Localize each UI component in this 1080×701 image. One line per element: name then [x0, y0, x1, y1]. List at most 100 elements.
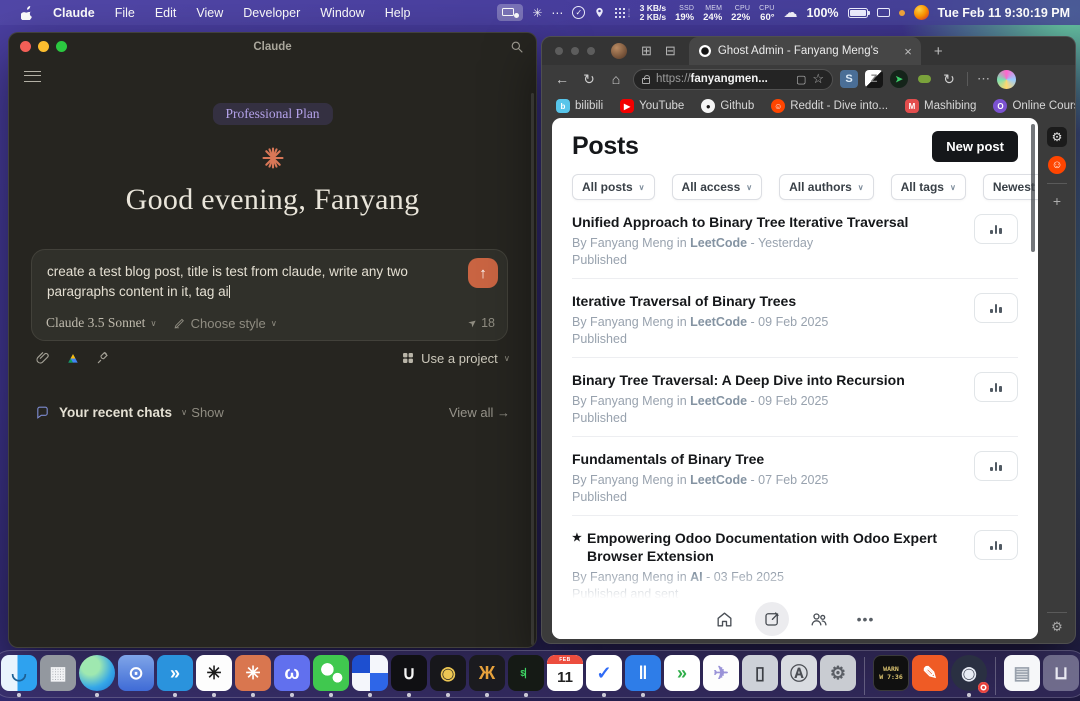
bookmark-reddit-dive-into[interactable]: ☺ Reddit - Dive into...	[771, 99, 888, 113]
sidebar-settings-icon[interactable]: ⚙	[1051, 619, 1063, 635]
plan-badge[interactable]: Professional Plan	[212, 103, 332, 125]
browser-profile-avatar[interactable]	[611, 43, 627, 59]
home-button[interactable]: ⌂	[606, 71, 626, 87]
dock-rocket-app[interactable]: ✈	[702, 655, 740, 697]
claude-titlebar[interactable]: Claude	[9, 33, 536, 60]
dock-warn-clock-widget[interactable]: WARNW 7:36	[872, 655, 910, 697]
post-analytics-button[interactable]	[974, 372, 1018, 402]
filter-all-posts[interactable]: All posts∨	[572, 174, 655, 200]
copilot-avatar-icon[interactable]	[997, 70, 1016, 89]
dock-discord[interactable]: ω	[273, 655, 311, 697]
favorite-star-icon[interactable]: ☆	[812, 71, 824, 87]
dock-trello[interactable]: ‖	[624, 655, 662, 697]
post-row[interactable]: Binary Tree Traversal: A Deep Dive into …	[572, 358, 1018, 437]
dock-vscode[interactable]: »	[156, 655, 194, 697]
cpu-stat[interactable]: CPU22%	[731, 4, 750, 22]
dock-black-ring-app[interactable]: ∪	[390, 655, 428, 697]
send-button[interactable]: ↑	[468, 258, 498, 288]
sidebar-add-button[interactable]: +	[1053, 193, 1061, 209]
dock-calendar[interactable]: FEB11	[546, 655, 584, 697]
cpu-temp-stat[interactable]: CPU60°	[759, 4, 774, 22]
filter-sort-order[interactable]: Newest first∨	[983, 174, 1038, 200]
menu-file[interactable]: File	[106, 4, 144, 22]
content-scrollbar[interactable]	[1031, 124, 1035, 252]
nav-compose-icon[interactable]	[755, 602, 789, 636]
dock-claude[interactable]: ✳	[234, 655, 272, 697]
nav-home-icon[interactable]	[708, 602, 742, 636]
composer[interactable]: create a test blog post, title is test f…	[31, 249, 508, 341]
tab-close-icon[interactable]: ×	[904, 44, 912, 59]
screen-sharing-icon[interactable]	[497, 4, 523, 21]
more-dots-icon[interactable]: ⋯	[551, 6, 563, 20]
claude-scrollbar[interactable]	[531, 93, 534, 645]
ssd-stat[interactable]: SSD19%	[675, 4, 694, 22]
sidebar-reddit-icon[interactable]: ☺	[1048, 156, 1066, 174]
firefox-icon[interactable]	[914, 5, 929, 20]
bookmark-bilibili[interactable]: b bilibili	[556, 99, 603, 113]
dock-green-arrows-app[interactable]: »	[663, 655, 701, 697]
connector-plug-icon[interactable]	[95, 350, 111, 366]
dock-documents[interactable]: ▤	[1003, 655, 1041, 697]
filter-all-authors[interactable]: All authors∨	[779, 174, 874, 200]
dock-postman[interactable]: ✎	[911, 655, 949, 697]
display-icon[interactable]	[877, 8, 890, 17]
dock-edge-browser[interactable]	[78, 655, 116, 697]
sidebar-extension-icon[interactable]: ⚙	[1047, 127, 1067, 147]
menubar-clock[interactable]: Tue Feb 11 9:30:19 PM	[938, 6, 1070, 20]
style-selector[interactable]: Choose style∨	[173, 316, 277, 331]
show-toggle[interactable]: ∨Show	[181, 405, 224, 420]
dock-butterfly-app[interactable]: Ж	[468, 655, 506, 697]
apple-menu[interactable]	[12, 4, 42, 22]
quota-counter[interactable]: ➤18	[469, 316, 495, 330]
zoom-window-button[interactable]	[587, 47, 595, 55]
extension-z-icon[interactable]: Z	[865, 70, 883, 88]
filter-all-access[interactable]: All access∨	[672, 174, 763, 200]
post-row[interactable]: Unified Approach to Binary Tree Iterativ…	[572, 200, 1018, 279]
address-bar[interactable]: https://fanyangmen... ▢ ☆	[633, 69, 833, 90]
tab-actions-icon[interactable]: ⊟	[665, 43, 676, 59]
post-analytics-button[interactable]	[974, 214, 1018, 244]
dock-terminal[interactable]: $▏	[507, 655, 545, 697]
battery-icon[interactable]	[848, 8, 868, 18]
dock-obs[interactable]: ◉	[950, 655, 988, 697]
bookmark-youtube[interactable]: ▶ YouTube	[620, 99, 684, 113]
new-post-button[interactable]: New post	[932, 131, 1018, 162]
toolbar-more-icon[interactable]: ⋯	[977, 71, 990, 87]
minimize-window-button[interactable]	[571, 47, 579, 55]
filter-all-tags[interactable]: All tags∨	[891, 174, 966, 200]
dock-1password[interactable]: ⊙	[117, 655, 155, 697]
dock-blue-quadrant-app[interactable]	[351, 655, 389, 697]
post-row[interactable]: Iterative Traversal of Binary Trees By F…	[572, 279, 1018, 358]
extension-cursor-icon[interactable]: ➤	[890, 70, 908, 88]
new-tab-button[interactable]: +	[934, 43, 943, 60]
extension-green-icon[interactable]	[915, 70, 933, 88]
check-circle-icon[interactable]: ✓	[572, 6, 585, 19]
post-analytics-button[interactable]	[974, 530, 1018, 560]
back-button[interactable]: ←	[552, 71, 572, 87]
post-analytics-button[interactable]	[974, 451, 1018, 481]
menubar-app-name[interactable]: Claude	[44, 4, 104, 22]
post-row[interactable]: Fundamentals of Binary Tree By Fanyang M…	[572, 437, 1018, 516]
menu-window[interactable]: Window	[311, 4, 373, 22]
active-tab[interactable]: Ghost Admin - Fanyang Meng's ×	[689, 37, 921, 65]
dock-launchpad[interactable]: ▦	[39, 655, 77, 697]
cloud-icon[interactable]: ☁	[784, 4, 798, 21]
menu-developer[interactable]: Developer	[234, 4, 309, 22]
nav-more-icon[interactable]: •••	[849, 602, 883, 636]
bookmark-mashibing[interactable]: M Mashibing	[905, 99, 976, 113]
extension-cookie-icon[interactable]: ↻	[940, 70, 958, 88]
search-icon[interactable]	[510, 40, 524, 54]
workspaces-icon[interactable]: ⊞	[641, 43, 652, 59]
refresh-button[interactable]: ↻	[579, 71, 599, 88]
composer-input[interactable]: create a test blog post, title is test f…	[32, 250, 507, 301]
close-window-button[interactable]	[555, 47, 563, 55]
reading-mode-icon[interactable]: ▢	[796, 73, 806, 86]
menu-help[interactable]: Help	[376, 4, 420, 22]
dock-trash[interactable]: ⊔	[1042, 655, 1080, 697]
dock-chatgpt[interactable]: ✳	[195, 655, 233, 697]
menu-view[interactable]: View	[187, 4, 232, 22]
nav-members-icon[interactable]	[802, 602, 836, 636]
network-stats[interactable]: 3 KB/s 2 KB/s	[640, 4, 666, 22]
mem-stat[interactable]: MEM24%	[703, 4, 722, 22]
sidebar-toggle-icon[interactable]	[24, 71, 41, 82]
